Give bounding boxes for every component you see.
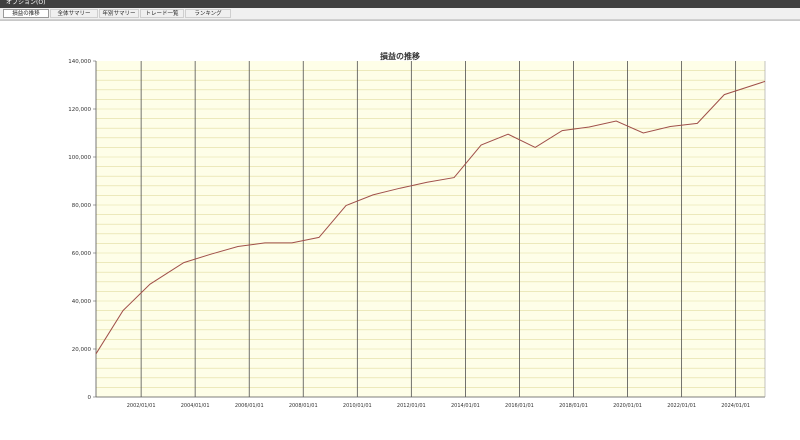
x-tick-label: 2014/01/01 <box>451 403 480 409</box>
tab-overall-summary[interactable]: 全体サマリー <box>50 9 98 18</box>
tab-trade-list[interactable]: トレード一覧 <box>140 9 184 18</box>
y-tick-label: 80,000 <box>72 203 92 209</box>
plot-area <box>96 61 765 397</box>
x-tick-label: 2016/01/01 <box>505 403 534 409</box>
x-tick-label: 2006/01/01 <box>235 403 264 409</box>
y-tick-label: 20,000 <box>72 347 92 353</box>
x-tick-label: 2010/01/01 <box>343 403 372 409</box>
options-menu[interactable]: オプション(O) <box>6 0 45 8</box>
tab-profit-trend[interactable]: 損益の推移 <box>3 9 49 18</box>
y-tick-label: 0 <box>88 395 92 401</box>
profit-chart: 0 20,000 40,000 60,000 80,000 100,000 120,000 1… <box>68 59 766 409</box>
x-tick-label: 2024/01/01 <box>721 403 750 409</box>
y-tick-label: 40,000 <box>72 299 92 305</box>
y-tick-label: 120,000 <box>68 107 91 113</box>
x-tick-label: 2008/01/01 <box>289 403 318 409</box>
x-tick-label: 2020/01/01 <box>613 403 642 409</box>
y-tick-label: 100,000 <box>68 155 91 161</box>
tab-strip: 損益の推移 全体サマリー 年別サマリー トレード一覧 ランキング <box>0 8 800 20</box>
x-tick-label: 2022/01/01 <box>667 403 696 409</box>
tab-yearly-summary[interactable]: 年別サマリー <box>99 9 139 18</box>
x-tick-label: 2004/01/01 <box>181 403 210 409</box>
y-tick-label: 60,000 <box>72 251 92 257</box>
x-tick-label: 2012/01/01 <box>397 403 426 409</box>
x-tick-label: 2002/01/01 <box>127 403 156 409</box>
chart-panel: 損益の推移 0 20,000 40,000 60,000 80,000 100,000 12… <box>0 20 800 440</box>
menu-bar: オプション(O) <box>0 0 800 8</box>
x-tick-label: 2018/01/01 <box>559 403 588 409</box>
y-tick-label: 140,000 <box>68 59 91 65</box>
tab-ranking[interactable]: ランキング <box>185 9 231 18</box>
